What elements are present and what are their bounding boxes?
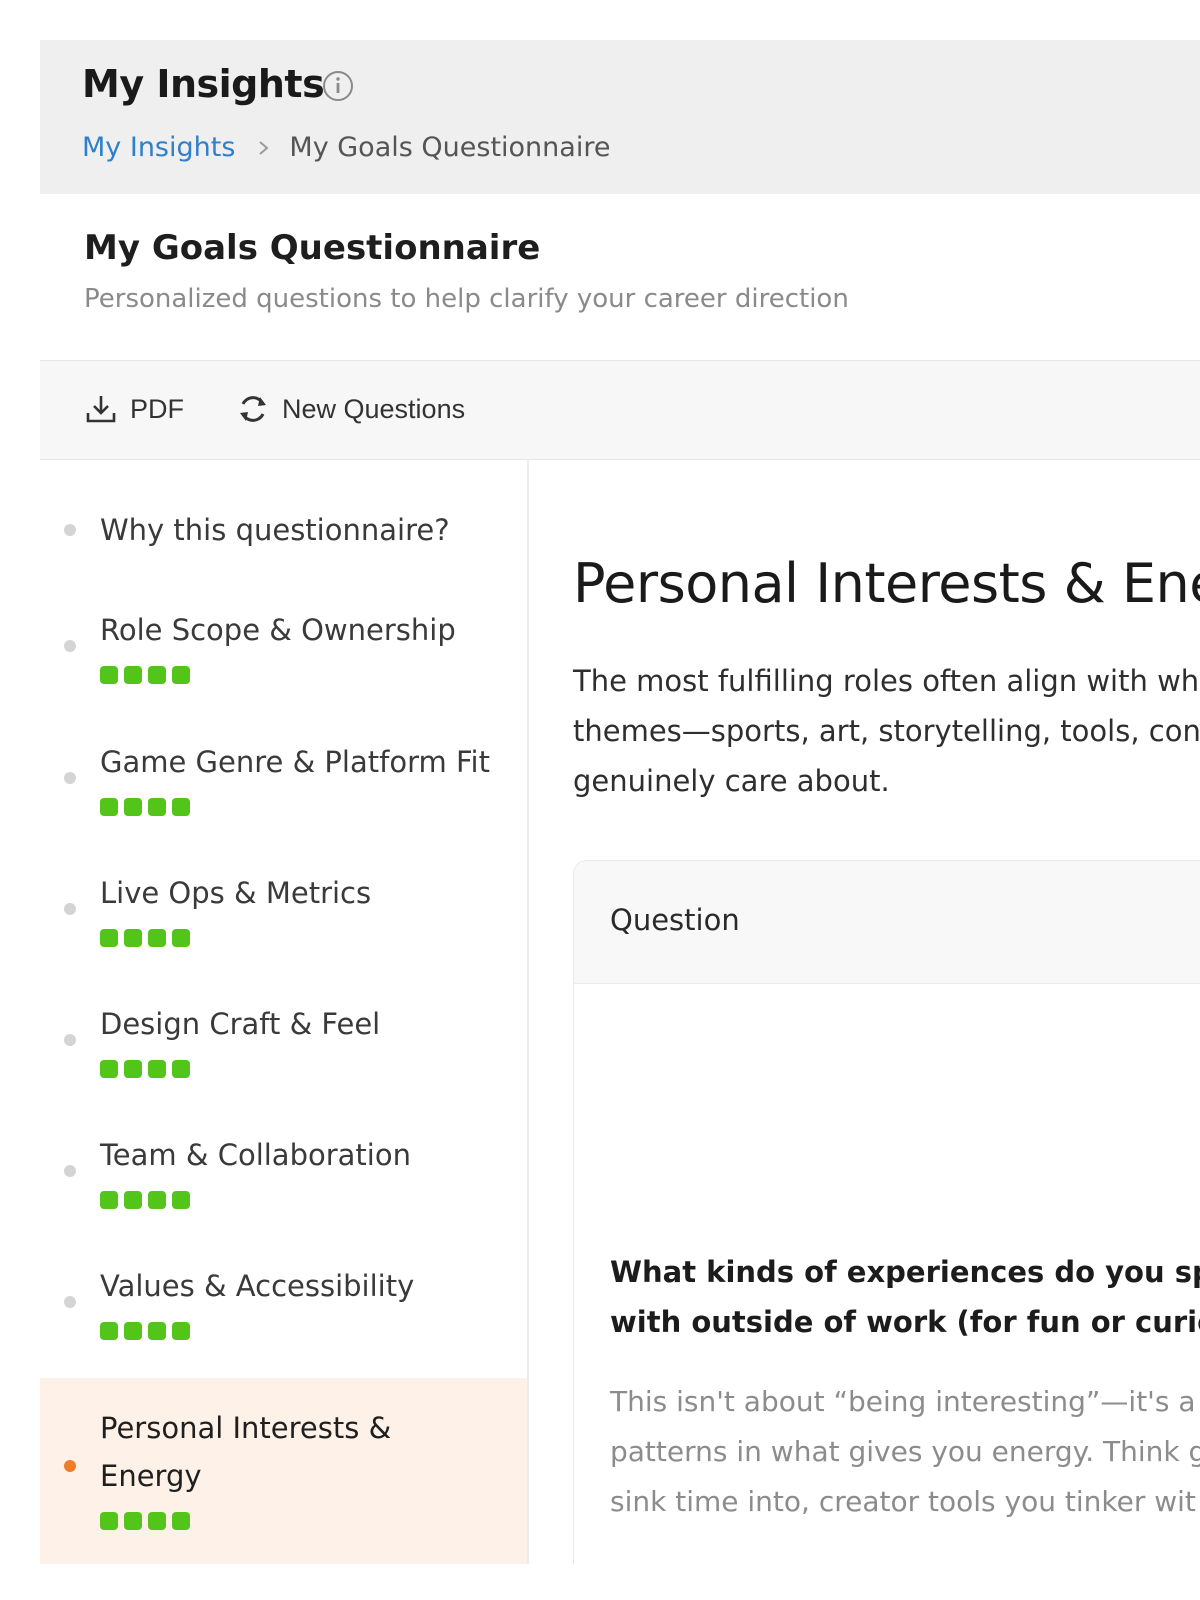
- progress-bar-segment: [124, 1322, 142, 1340]
- progress-indicator: [100, 666, 196, 684]
- question-hint: This isn't about “being interesting”—it'…: [610, 1385, 1200, 1518]
- progress-bar-segment: [148, 798, 166, 816]
- progress-indicator: [100, 798, 196, 816]
- main-content: Personal Interests & Ener The most fulfi…: [529, 460, 1200, 1564]
- pdf-button-label: PDF: [130, 393, 184, 424]
- sidebar-item-label: Role Scope & Ownership: [100, 613, 456, 647]
- progress-bar-segment: [124, 1512, 142, 1530]
- progress-indicator: [100, 1322, 196, 1340]
- bullet-dot: [64, 903, 76, 915]
- question-card-header: Question: [574, 861, 1200, 984]
- sidebar-item-label: Design Craft & Feel: [100, 1007, 381, 1041]
- question-text: What kinds of experiences do you spen wi…: [610, 1255, 1200, 1339]
- sidebar-item-live-ops[interactable]: Live Ops & Metrics: [40, 853, 527, 965]
- progress-bar-segment: [100, 1060, 118, 1078]
- sidebar-item-personal-interests[interactable]: Personal Interests & Energy: [40, 1378, 527, 1564]
- new-questions-label: New Questions: [282, 393, 466, 424]
- section-subtitle: Personalized questions to help clarify y…: [84, 284, 849, 314]
- download-icon: [86, 396, 116, 423]
- sidebar-item-values-accessibility[interactable]: Values & Accessibility: [40, 1246, 527, 1358]
- breadcrumb: My Insights My Goals Questionnaire: [82, 132, 610, 163]
- progress-bar-segment: [148, 666, 166, 684]
- progress-indicator: [100, 1191, 196, 1209]
- question-card-title: Question: [610, 903, 740, 937]
- progress-bar-segment: [124, 666, 142, 684]
- progress-bar-segment: [148, 1191, 166, 1209]
- sidebar-item-label: Game Genre & Platform Fit: [100, 745, 490, 779]
- sidebar-item-label: Personal Interests & Energy: [100, 1411, 392, 1493]
- progress-bar-segment: [124, 929, 142, 947]
- topic-description: The most fulfilling roles often align wi…: [573, 664, 1200, 798]
- progress-bar-segment: [124, 1060, 142, 1078]
- page-title: My Insights: [82, 62, 325, 106]
- progress-bar-segment: [124, 798, 142, 816]
- page: My Insights My Insights My Goals Questio…: [40, 40, 1200, 1564]
- sidebar-item-design-craft[interactable]: Design Craft & Feel: [40, 984, 527, 1096]
- progress-bar-segment: [100, 1191, 118, 1209]
- progress-bar-segment: [148, 1512, 166, 1530]
- progress-indicator: [100, 1060, 196, 1078]
- bullet-dot: [64, 1034, 76, 1046]
- bullet-dot-active: [64, 1460, 76, 1472]
- sidebar-item-label: Values & Accessibility: [100, 1269, 415, 1303]
- sidebar-item-label: Live Ops & Metrics: [100, 876, 372, 910]
- new-questions-button[interactable]: New Questions: [236, 389, 465, 429]
- progress-bar-segment: [100, 1322, 118, 1340]
- progress-bar-segment: [100, 666, 118, 684]
- bullet-dot: [64, 1165, 76, 1177]
- pdf-button[interactable]: PDF: [84, 389, 184, 429]
- bullet-dot: [64, 524, 76, 536]
- progress-bar-segment: [124, 1191, 142, 1209]
- progress-indicator: [100, 929, 196, 947]
- sidebar-item-team-collaboration[interactable]: Team & Collaboration: [40, 1115, 527, 1227]
- info-circle-icon[interactable]: [322, 70, 354, 102]
- sidebar-item-game-genre[interactable]: Game Genre & Platform Fit: [40, 722, 527, 834]
- progress-bar-segment: [148, 929, 166, 947]
- bullet-dot: [64, 772, 76, 784]
- sidebar: Why this questionnaire? Role Scope & Own…: [40, 460, 529, 1564]
- progress-bar-segment: [172, 929, 190, 947]
- progress-bar-segment: [100, 929, 118, 947]
- progress-bar-segment: [172, 1322, 190, 1340]
- progress-bar-segment: [172, 798, 190, 816]
- progress-bar-segment: [148, 1060, 166, 1078]
- page-header: My Insights My Insights My Goals Questio…: [40, 40, 1200, 194]
- toolbar: PDF New Questions: [40, 360, 1200, 460]
- progress-bar-segment: [172, 1191, 190, 1209]
- sidebar-item-role-scope[interactable]: Role Scope & Ownership: [40, 590, 527, 702]
- bullet-dot: [64, 1296, 76, 1308]
- progress-indicator: [100, 1512, 196, 1530]
- breadcrumb-current: My Goals Questionnaire: [289, 132, 611, 163]
- topic-heading: Personal Interests & Ener: [573, 552, 1200, 615]
- section-title: My Goals Questionnaire: [84, 228, 541, 268]
- question-card: Question What kinds of experiences do yo…: [573, 860, 1200, 1564]
- refresh-icon: [240, 396, 266, 422]
- progress-bar-segment: [172, 1060, 190, 1078]
- sidebar-item-label: Team & Collaboration: [100, 1138, 411, 1172]
- progress-bar-segment: [172, 666, 190, 684]
- chevron-right-icon: [259, 140, 269, 155]
- progress-bar-segment: [172, 1512, 190, 1530]
- sidebar-item-why-this-questionnaire[interactable]: Why this questionnaire?: [40, 490, 527, 570]
- progress-bar-segment: [148, 1322, 166, 1340]
- bullet-dot: [64, 640, 76, 652]
- progress-bar-segment: [100, 798, 118, 816]
- breadcrumb-link-my-insights[interactable]: My Insights: [82, 132, 235, 163]
- progress-bar-segment: [100, 1512, 118, 1530]
- sidebar-item-label: Why this questionnaire?: [100, 513, 450, 547]
